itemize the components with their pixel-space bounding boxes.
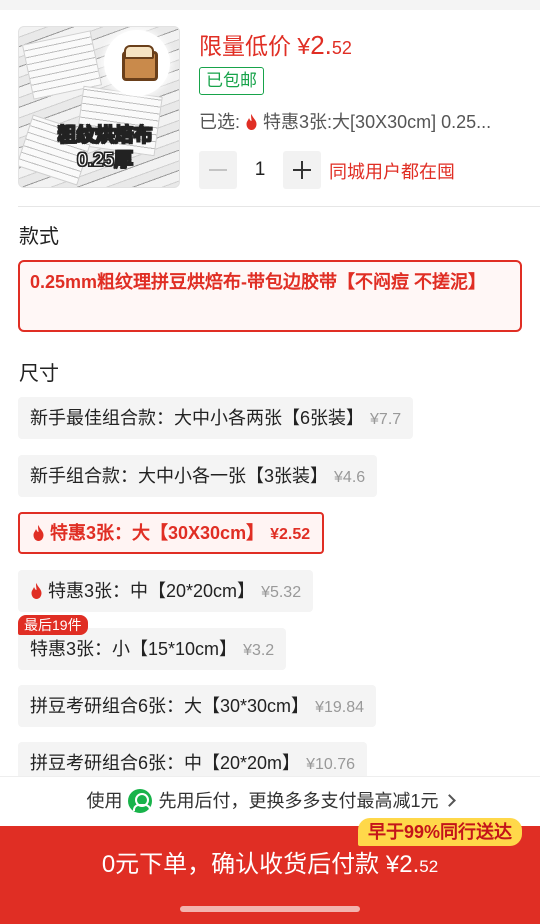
price-dec: 52 xyxy=(331,38,352,58)
size-option-label: 拼豆考研组合6张：中【20*20m】 xyxy=(30,753,301,773)
pay-logo-icon xyxy=(128,789,153,813)
checkout-text: 0元下单，确认收货后付款 xyxy=(101,851,380,878)
price-int: 2. xyxy=(310,30,332,60)
checkout-price-int: 2. xyxy=(399,851,420,878)
size-option-selected[interactable]: 特惠3张：大【30X30cm】 ¥2.52 xyxy=(18,512,325,554)
chevron-right-icon xyxy=(442,794,456,807)
size-option-price: ¥10.76 xyxy=(306,756,355,773)
selected-prefix: 已选: xyxy=(199,112,241,132)
free-shipping-badge: 已包邮 xyxy=(199,67,264,95)
checkout-price-symbol: ¥ xyxy=(385,851,400,878)
flame-icon xyxy=(33,525,44,541)
size-option-label: 新手最佳组合款：大中小各两张【6张装】 xyxy=(30,408,365,428)
size-option[interactable]: 新手组合款：大中小各一张【3张装】 ¥4.6 xyxy=(18,455,378,497)
promo-label: 限量低价 xyxy=(199,33,291,59)
top-strip xyxy=(0,0,540,10)
size-option-price: ¥5.32 xyxy=(261,584,302,601)
minus-icon[interactable] xyxy=(199,151,237,189)
checkout-label: 0元下单，确认收货后付款 ¥2.52 xyxy=(0,844,540,879)
size-option-price: ¥3.2 xyxy=(243,642,275,659)
size-option-label: 新手组合款：大中小各一张【3张装】 xyxy=(30,466,329,486)
size-option-label: 特惠3张：小【15*10cm】 xyxy=(30,639,238,659)
stock-badge: 最后19件 xyxy=(18,615,88,635)
delivery-badge: 早于99%同行送达 xyxy=(357,818,522,846)
thumb-caption-line2: 0.25厚 xyxy=(77,150,134,172)
thumb-caption-line1: 粗纹烘焙布 xyxy=(57,125,153,147)
size-section-title: 尺寸 xyxy=(19,363,59,385)
size-option-label: 特惠3张：大【30X30cm】 xyxy=(50,523,265,543)
style-option-selected[interactable]: 0.25mm粗纹理拼豆烘焙布-带包边胶带【不闷痘 不搓泥】 xyxy=(18,260,522,332)
size-option-label: 特惠3张：中【20*20cm】 xyxy=(48,581,256,601)
flame-icon xyxy=(246,114,257,130)
price-symbol: ¥ xyxy=(297,33,311,59)
pixel-art-icon xyxy=(107,33,167,93)
pay-later-prefix: 使用 xyxy=(86,791,123,811)
style-section-title: 款式 xyxy=(19,226,59,248)
pay-later-text: 先用后付，更换多多支付最高减1元 xyxy=(158,791,439,811)
size-option[interactable]: 拼豆考研组合6张：大【30*30cm】 ¥19.84 xyxy=(18,685,376,727)
selected-value: 特惠3张:大[30X30cm] 0.25... xyxy=(263,112,492,132)
size-option-price: ¥2.52 xyxy=(270,526,311,543)
promo-price: 限量低价 ¥2.52 xyxy=(199,27,352,61)
selected-summary: 已选: 特惠3张:大[30X30cm] 0.25... xyxy=(199,108,529,134)
plus-icon[interactable] xyxy=(283,151,321,189)
home-indicator xyxy=(180,906,360,912)
size-option-price: ¥19.84 xyxy=(315,699,364,716)
size-option[interactable]: 新手最佳组合款：大中小各两张【6张装】 ¥7.7 xyxy=(18,397,414,439)
quantity-value[interactable]: 1 xyxy=(238,151,282,189)
divider xyxy=(18,206,540,207)
size-option-label: 拼豆考研组合6张：大【30*30cm】 xyxy=(30,696,310,716)
checkout-price-dec: 52 xyxy=(419,857,439,876)
thumb-caption: 粗纹烘焙布 0.25厚 xyxy=(45,123,165,173)
size-option-price: ¥4.6 xyxy=(334,469,366,486)
product-thumbnail[interactable]: 粗纹烘焙布 0.25厚 xyxy=(18,26,180,188)
city-note: 同城用户都在囤 xyxy=(329,162,455,182)
size-option-price: ¥7.7 xyxy=(370,411,402,428)
flame-icon xyxy=(31,583,42,599)
size-option[interactable]: 特惠3张：中【20*20cm】 ¥5.32 xyxy=(18,570,314,612)
